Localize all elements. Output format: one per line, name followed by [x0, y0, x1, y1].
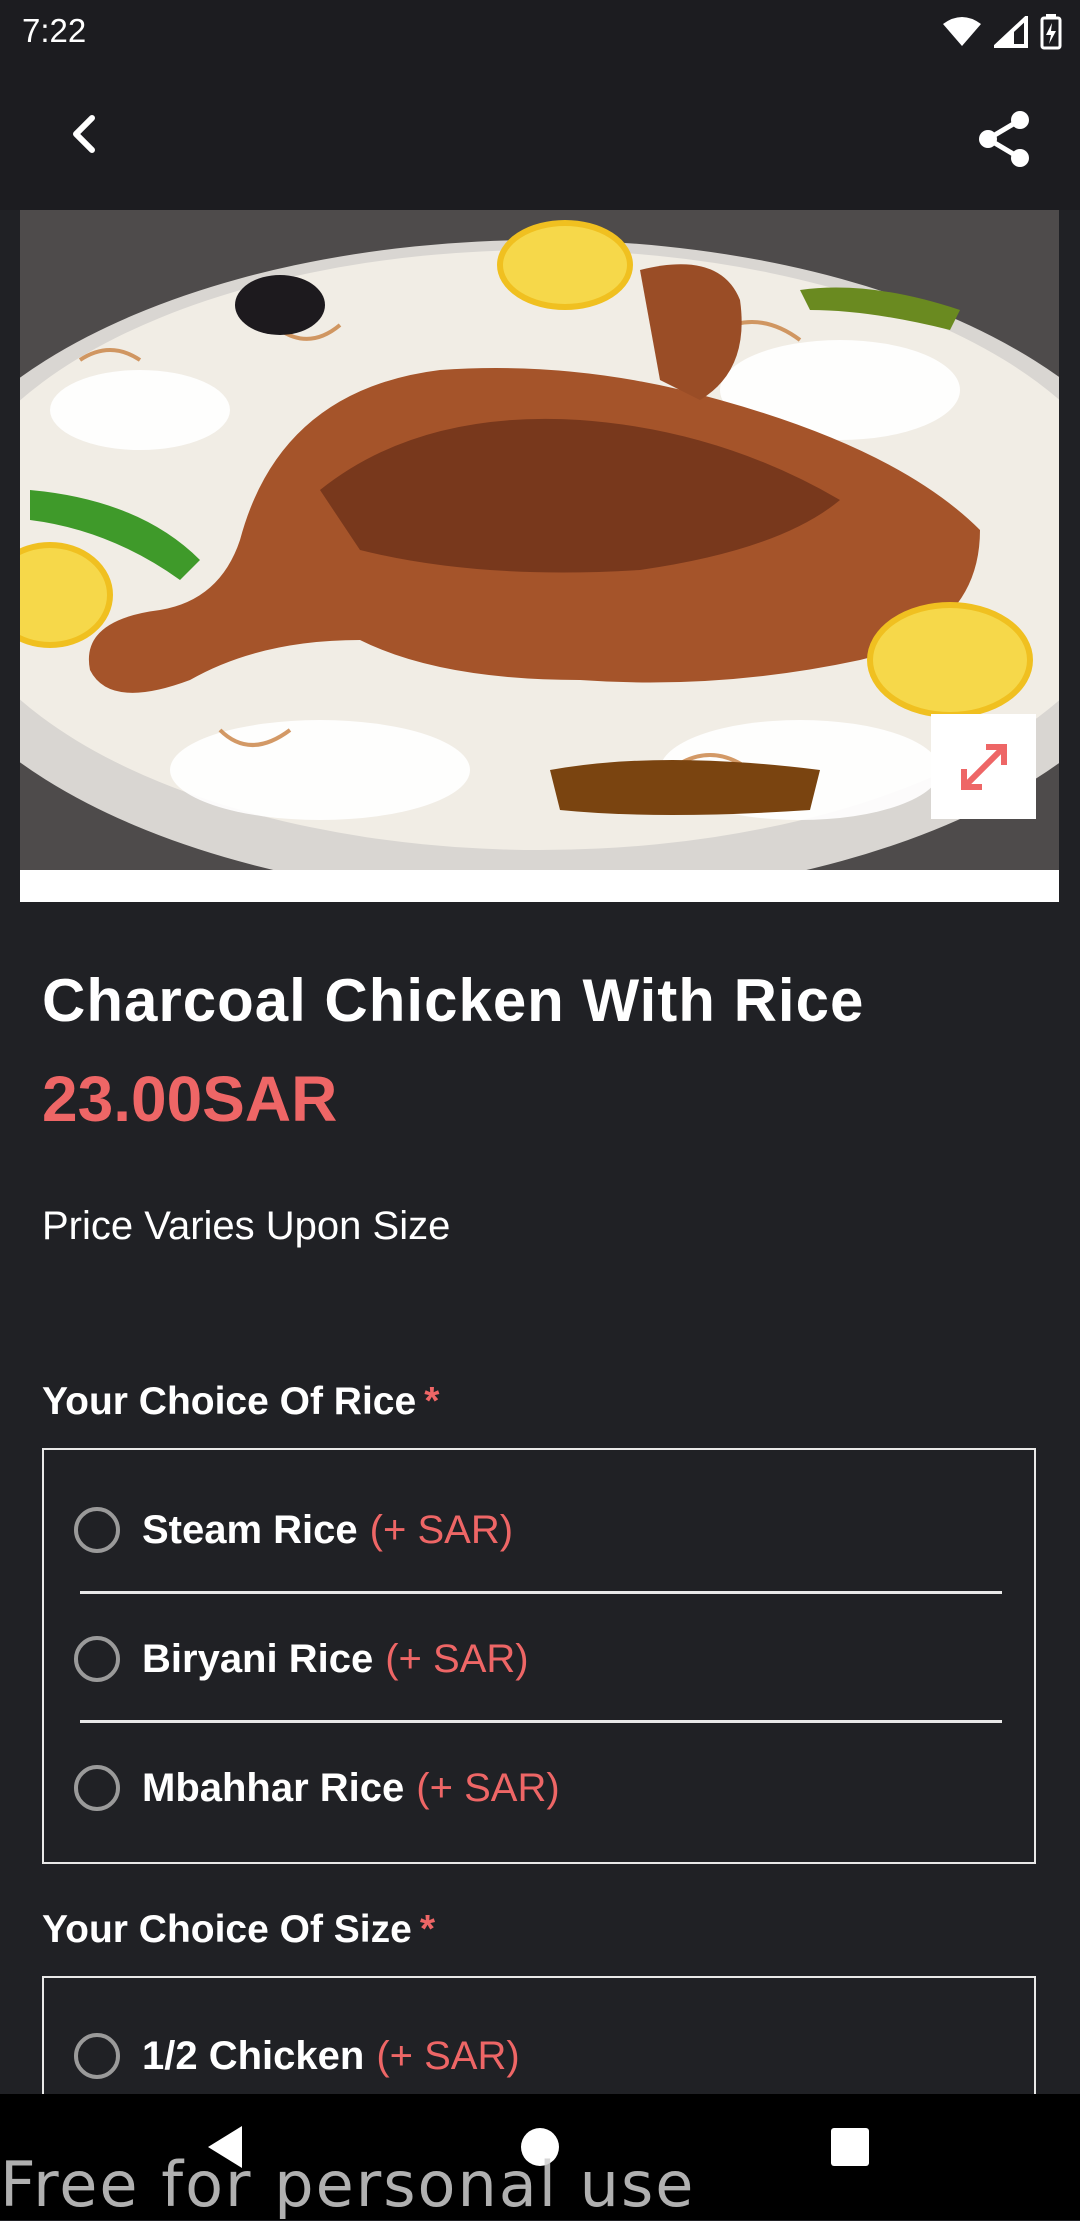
- price-note: Price Varies Upon Size: [42, 1204, 451, 1248]
- option-half-chicken[interactable]: 1/2 Chicken (+ SAR): [74, 2016, 520, 2096]
- chevron-left-icon: [73, 115, 95, 153]
- option-price: (+ SAR): [376, 2033, 520, 2078]
- divider: [80, 1591, 1002, 1594]
- option-biryani-rice[interactable]: Biryani Rice (+ SAR): [74, 1619, 529, 1699]
- recents-square-icon[interactable]: [825, 2122, 875, 2172]
- expand-button[interactable]: [931, 714, 1036, 819]
- status-bar: 7:22: [0, 0, 1080, 64]
- product-price: 23.00SAR: [42, 1063, 338, 1135]
- radio-button[interactable]: [74, 1636, 120, 1682]
- option-label: Biryani Rice: [142, 1636, 374, 1681]
- app-bar: [0, 64, 1080, 210]
- radio-button[interactable]: [74, 1507, 120, 1553]
- required-mark: *: [424, 1380, 440, 1423]
- section-title-rice: Your Choice Of Rice *: [42, 1380, 439, 1424]
- option-label: Mbahhar Rice: [142, 1765, 405, 1810]
- status-time: 7:22: [22, 12, 87, 49]
- divider: [80, 1720, 1002, 1723]
- rice-options-box: Steam Rice (+ SAR) Biryani Rice (+ SAR) …: [42, 1448, 1036, 1864]
- option-price: (+ SAR): [416, 1765, 560, 1810]
- option-steam-rice[interactable]: Steam Rice (+ SAR): [74, 1490, 513, 1570]
- battery-icon: [1040, 14, 1062, 50]
- signal-icon: [994, 16, 1028, 48]
- expand-icon: [960, 743, 1007, 790]
- option-label: 1/2 Chicken: [142, 2033, 365, 2078]
- product-title: Charcoal Chicken With Rice: [42, 967, 865, 1034]
- radio-button[interactable]: [74, 2033, 120, 2079]
- food-photo: [20, 210, 1059, 902]
- option-label: Steam Rice: [142, 1507, 358, 1552]
- wifi-icon: [943, 17, 981, 46]
- option-price: (+ SAR): [385, 1636, 529, 1681]
- product-image[interactable]: [20, 210, 1059, 902]
- section-title-text: Your Choice Of Rice: [42, 1380, 417, 1423]
- radio-button[interactable]: [74, 1765, 120, 1811]
- option-price: (+ SAR): [369, 1507, 514, 1552]
- option-mbahhar-rice[interactable]: Mbahhar Rice (+ SAR): [74, 1748, 560, 1828]
- required-mark: *: [419, 1908, 436, 1951]
- status-icons: [942, 12, 1062, 52]
- section-title-size: Your Choice Of Size *: [42, 1908, 435, 1952]
- share-icon: [979, 111, 1029, 167]
- share-button[interactable]: [970, 104, 1040, 174]
- back-button[interactable]: [56, 104, 116, 164]
- watermark: Free for personal use: [0, 2148, 696, 2221]
- section-title-text: Your Choice Of Size: [42, 1908, 412, 1951]
